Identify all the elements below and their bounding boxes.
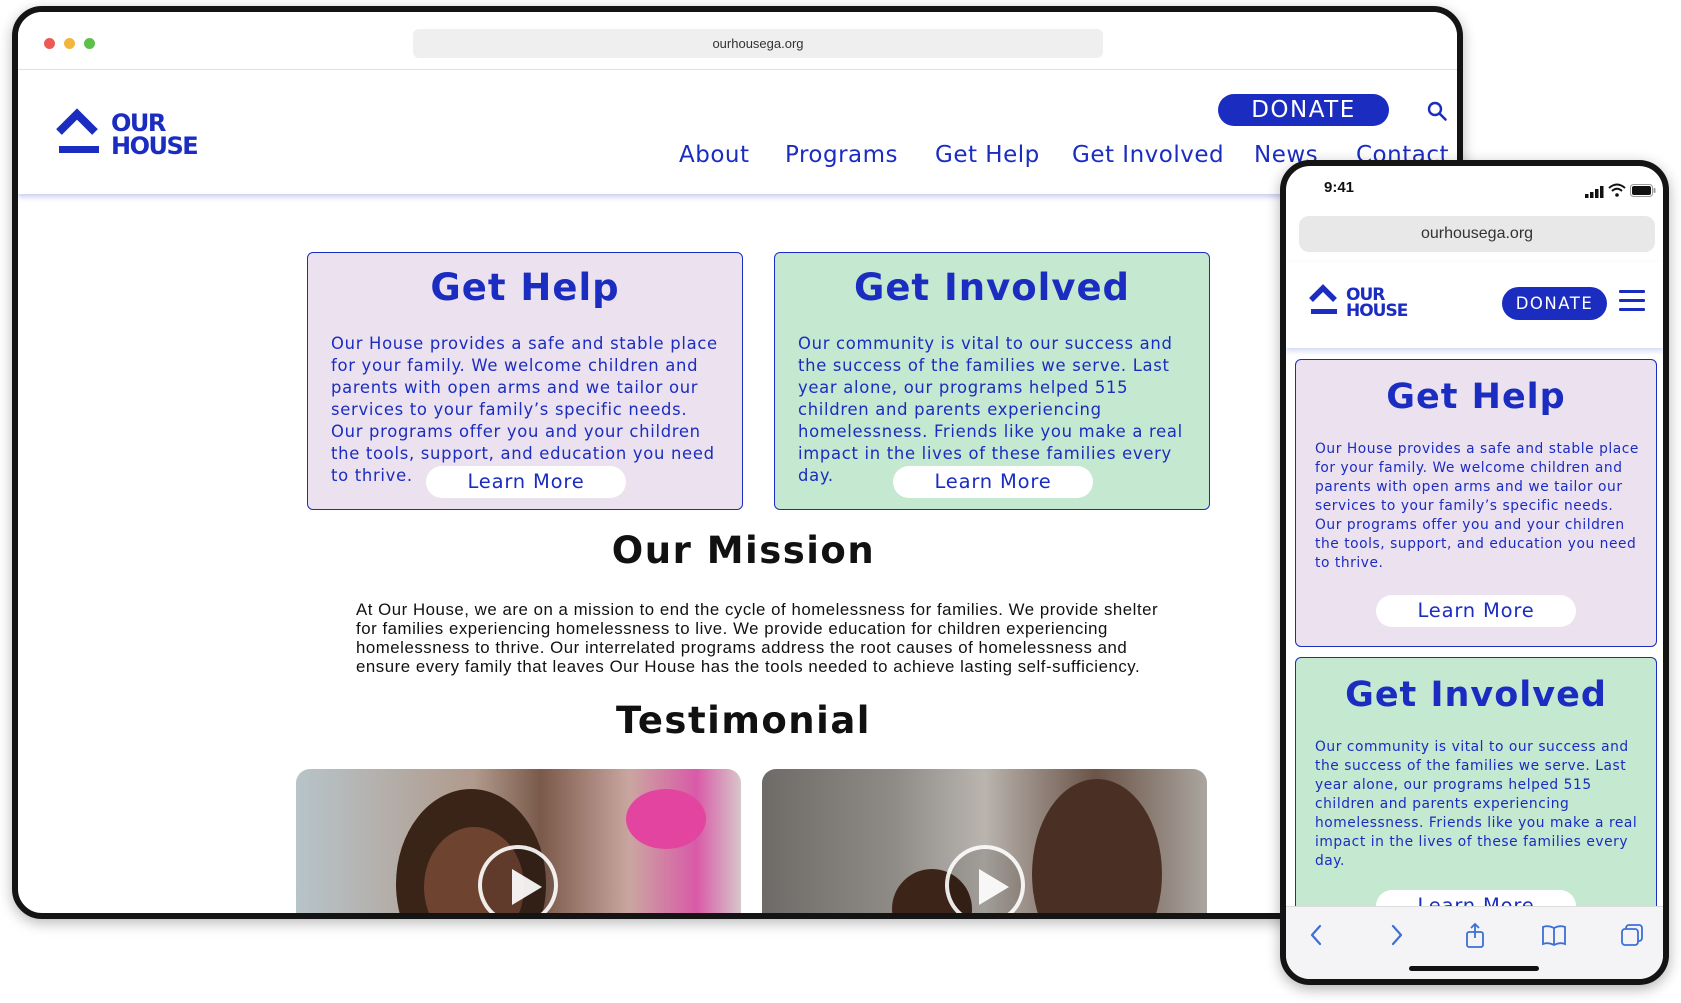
- mission-heading: Our Mission: [611, 529, 876, 572]
- card-body: Our community is vital to our success an…: [798, 334, 1183, 485]
- tabs-icon[interactable]: [1618, 921, 1646, 949]
- home-indicator: [1409, 966, 1539, 971]
- donate-button[interactable]: DONATE: [1502, 287, 1607, 320]
- card-body: Our House provides a safe and stable pla…: [331, 334, 718, 485]
- card-body: Our community is vital to our success an…: [1315, 739, 1638, 869]
- learn-more-button[interactable]: Learn More: [1376, 595, 1576, 627]
- address-bar[interactable]: ourhousega.org: [413, 29, 1103, 58]
- donate-button[interactable]: DONATE: [1218, 94, 1389, 126]
- back-icon[interactable]: [1303, 921, 1331, 949]
- logo-line-2: HOUSE: [111, 132, 199, 160]
- battery-icon: [1630, 184, 1656, 197]
- bookmarks-icon[interactable]: [1540, 921, 1568, 949]
- nav-about[interactable]: About: [679, 140, 750, 180]
- play-icon[interactable]: [945, 845, 1025, 913]
- minimize-window-button[interactable]: [64, 38, 75, 49]
- forward-icon[interactable]: [1382, 921, 1410, 949]
- mobile-site-header: OUR HOUSE DONATE: [1286, 262, 1663, 348]
- browser-chrome: ourhousega.org: [18, 12, 1457, 70]
- nav-get-help[interactable]: Get Help: [935, 140, 1040, 180]
- logo-wordmark: OUR HOUSE: [1346, 287, 1408, 321]
- mockup-stage: ourhousega.org OUR HOUSE DONATE About Pr…: [0, 0, 1681, 1003]
- search-icon[interactable]: [1426, 100, 1448, 122]
- nav-get-involved[interactable]: Get Involved: [1072, 140, 1224, 180]
- testimonial-heading: Testimonial: [616, 699, 871, 742]
- get-involved-card: Get Involved Our community is vital to o…: [1295, 657, 1657, 922]
- status-bar-time: 9:41: [1324, 179, 1355, 196]
- safari-toolbar: [1286, 906, 1663, 979]
- play-icon[interactable]: [478, 845, 558, 913]
- mobile-address-bar[interactable]: ourhousega.org: [1299, 216, 1655, 252]
- mobile-phone-frame: 9:41 ourhousega.org OUR HOUSE DONATE Get…: [1280, 160, 1669, 985]
- testimonial-video-2[interactable]: [762, 769, 1207, 913]
- hamburger-menu-icon[interactable]: [1619, 290, 1645, 312]
- share-icon[interactable]: [1461, 921, 1489, 949]
- video-thumbnail-shape: [1032, 779, 1162, 913]
- card-title: Get Help: [430, 266, 620, 309]
- house-roof-icon: [1309, 284, 1337, 314]
- wifi-icon: [1608, 183, 1626, 197]
- card-title: Get Involved: [1345, 675, 1607, 715]
- desktop-browser-window: ourhousega.org OUR HOUSE DONATE About Pr…: [12, 6, 1463, 919]
- cellular-signal-icon: [1585, 186, 1604, 198]
- site-logo[interactable]: OUR HOUSE: [1308, 282, 1418, 322]
- nav-programs[interactable]: Programs: [785, 140, 898, 180]
- get-involved-card: Get Involved Our community is vital to o…: [774, 252, 1210, 510]
- house-roof-icon: [56, 108, 99, 153]
- card-title: Get Involved: [853, 266, 1131, 309]
- close-window-button[interactable]: [44, 38, 55, 49]
- learn-more-button[interactable]: Learn More: [426, 466, 626, 498]
- logo-line-2: HOUSE: [1346, 301, 1408, 321]
- site-header: OUR HOUSE DONATE About Programs Get Help…: [18, 70, 1457, 194]
- logo-wordmark: OUR HOUSE: [111, 111, 199, 160]
- get-help-card: Get Help Our House provides a safe and s…: [307, 252, 743, 510]
- site-logo[interactable]: OUR HOUSE: [55, 106, 215, 162]
- learn-more-button[interactable]: Learn More: [893, 466, 1093, 498]
- mission-text: At Our House, we are on a mission to end…: [356, 600, 1159, 676]
- card-body: Our House provides a safe and stable pla…: [1315, 441, 1639, 571]
- video-thumbnail-shape: [626, 789, 706, 849]
- get-help-card: Get Help Our House provides a safe and s…: [1295, 359, 1657, 647]
- maximize-window-button[interactable]: [84, 38, 95, 49]
- testimonial-video-1[interactable]: [296, 769, 741, 913]
- card-title: Get Help: [1386, 377, 1566, 417]
